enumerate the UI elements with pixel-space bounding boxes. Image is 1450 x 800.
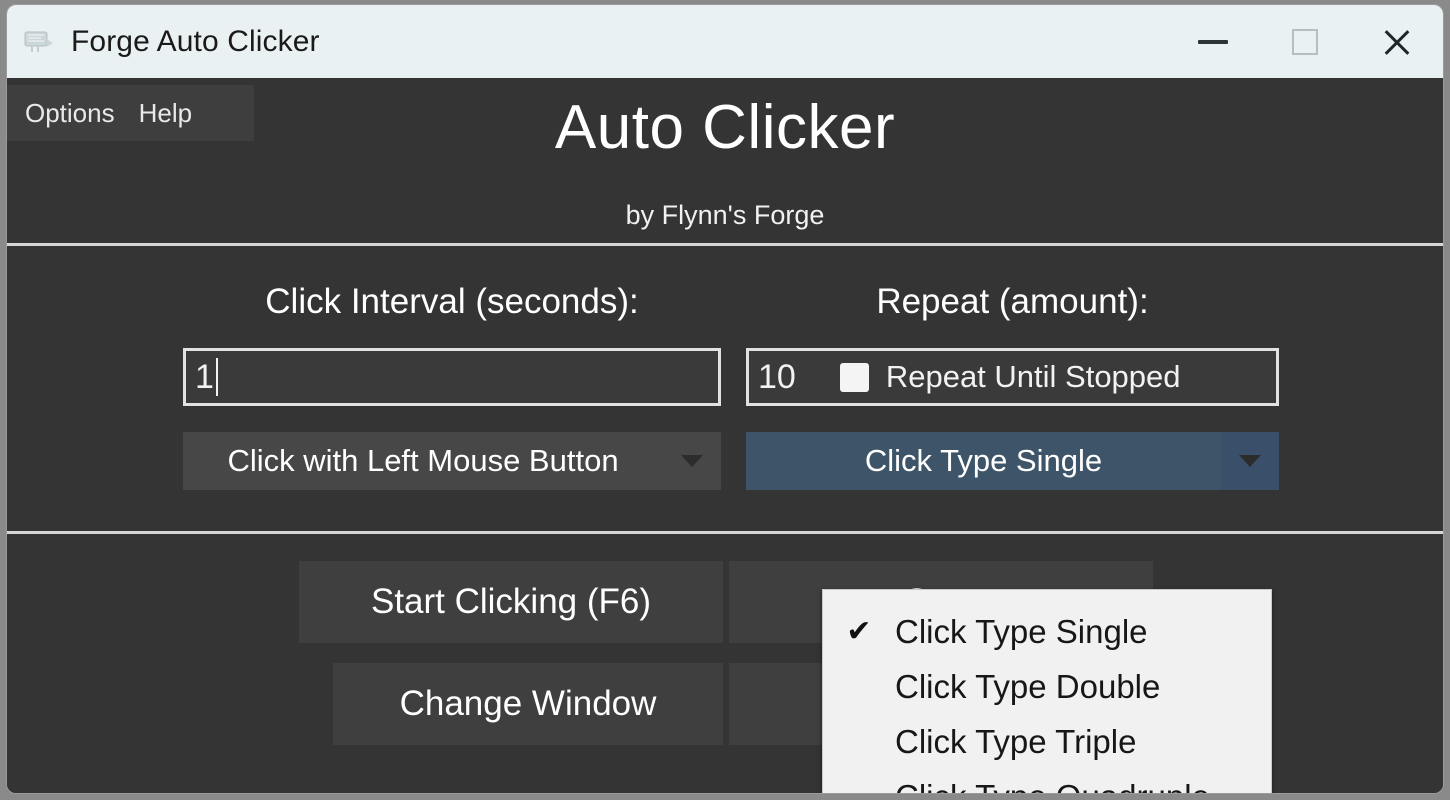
close-button[interactable]	[1351, 5, 1443, 78]
page-title: Auto Clicker	[554, 93, 896, 162]
header-section: Options Help Auto Clicker by Flynn's For…	[7, 78, 1443, 243]
repeat-until-stopped-label: Repeat Until Stopped	[885, 359, 1181, 394]
repeat-until-stopped-checkbox[interactable]: Repeat Until Stopped	[839, 359, 1181, 395]
repeat-column: Repeat (amount): 10 Repeat Until Stopped…	[746, 246, 1279, 490]
menu-option-click-type-triple[interactable]: Click Type Triple	[823, 714, 1271, 769]
window-title: Forge Auto Clicker	[71, 24, 320, 58]
mouse-button-dropdown-label: Click with Left Mouse Button	[227, 443, 619, 478]
maximize-button[interactable]	[1259, 5, 1351, 78]
text-caret	[215, 358, 218, 396]
repeat-input-row[interactable]: 10 Repeat Until Stopped	[746, 348, 1279, 406]
page-subtitle: by Flynn's Forge	[625, 200, 825, 230]
menu-option-click-type-double[interactable]: Click Type Double	[823, 659, 1271, 714]
app-window: Forge Auto Clicker Options Help Auto Cli…	[6, 4, 1444, 794]
title-bar[interactable]: Forge Auto Clicker	[7, 5, 1443, 78]
mouse-button-dropdown[interactable]: Click with Left Mouse Button	[183, 432, 721, 490]
check-icon: ✔	[846, 614, 872, 648]
menu-option-click-type-single[interactable]: ✔ Click Type Single	[823, 604, 1271, 659]
minimize-button[interactable]	[1167, 5, 1259, 78]
interval-input[interactable]: 1	[183, 348, 721, 406]
change-window-button[interactable]: Change Window	[333, 663, 723, 745]
interval-value: 1	[195, 358, 214, 396]
window-controls	[1167, 5, 1443, 78]
interval-label: Click Interval (seconds):	[265, 282, 639, 321]
click-type-dropdown[interactable]: Click Type Single	[746, 432, 1279, 490]
click-type-dropdown-label: Click Type Single	[864, 443, 1103, 478]
app-icon	[23, 29, 57, 55]
repeat-label: Repeat (amount):	[876, 282, 1149, 321]
window-content: Options Help Auto Clicker by Flynn's For…	[7, 78, 1443, 793]
menu-option-label: Click Type Quadruple	[895, 778, 1271, 794]
menu-option-click-type-quadruple[interactable]: Click Type Quadruple	[823, 769, 1271, 794]
settings-section: Click Interval (seconds): 1 Click with L…	[7, 246, 1443, 531]
close-icon	[1380, 25, 1414, 59]
repeat-value: 10	[758, 358, 796, 396]
chevron-down-icon	[1221, 432, 1279, 490]
interval-column: Click Interval (seconds): 1 Click with L…	[183, 246, 721, 490]
maximize-icon	[1292, 28, 1318, 55]
click-type-dropdown-menu: ✔ Click Type Single Click Type Double Cl…	[822, 589, 1272, 794]
chevron-down-icon	[663, 432, 721, 490]
menu-option-label: Click Type Double	[895, 667, 1161, 705]
start-clicking-button[interactable]: Start Clicking (F6)	[299, 561, 723, 643]
menu-option-label: Click Type Triple	[895, 722, 1137, 760]
checkbox-icon	[839, 362, 869, 392]
menu-option-label: Click Type Single	[895, 612, 1148, 650]
minimize-icon	[1198, 39, 1228, 44]
